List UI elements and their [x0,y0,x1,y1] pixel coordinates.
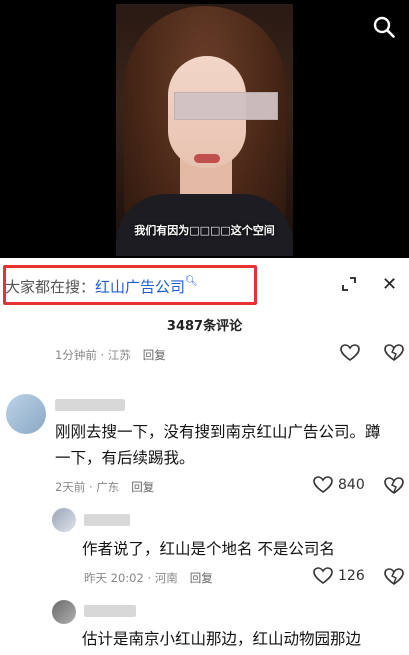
video-subtitle: 我们有因为□□□□这个空间 [134,224,275,237]
dislike-icon[interactable] [384,344,404,362]
comment-meta: 昨天 20:02 · 河南 回复 [84,570,213,586]
video-player[interactable]: 我们有因为□□□□这个空间 [0,0,409,258]
comment-meta: 2天前 · 广东 回复 [55,479,154,495]
comment-text: 估计是南京小红山那边，红山动物园那边 [82,630,362,648]
avatar[interactable] [6,394,46,434]
comment-time-location: 2天前 · 广东 [55,480,120,494]
comment-count: 3487条评论 [166,319,243,334]
comments-panel: 大家都在搜：红山广告公司🔍︎ ✕ 3487条评论 1分钟前 · 江苏 回复 刚刚去… [0,258,409,655]
reply-button[interactable]: 回复 [131,480,154,494]
expand-icon[interactable] [341,276,357,292]
comment-time-location: 1分钟前 · 江苏 [55,348,131,362]
like-icon [313,476,333,493]
blurred-eyes-mask [174,92,278,120]
comment-text-line: 刚刚去搜一下，没有搜到南京红山广告公司。蹲 [55,423,381,441]
username-redacted [84,514,130,526]
lips-shape [194,154,220,163]
username-redacted [84,605,136,617]
like-icon[interactable] [340,344,360,362]
dislike-icon[interactable] [384,568,404,586]
reply-button[interactable]: 回复 [143,348,166,362]
search-button[interactable] [369,12,399,42]
like-count: 840 [338,477,365,493]
comment-text: 作者说了，红山是个地名 不是公司名 [82,540,335,558]
avatar[interactable] [52,600,76,624]
like-count: 126 [338,568,365,584]
dislike-icon[interactable] [384,477,404,495]
comment-meta: 1分钟前 · 江苏 回复 [55,347,166,363]
search-icon [373,16,395,38]
like-icon [313,567,333,584]
avatar[interactable] [52,508,76,532]
close-icon[interactable]: ✕ [382,274,397,295]
comment-text: 刚刚去搜一下，没有搜到南京红山广告公司。蹲 一下，有后续踢我。 [55,419,381,471]
username-redacted [55,399,125,411]
comment-time-location: 昨天 20:02 · 河南 [84,571,178,585]
comment-text-line: 一下，有后续踢我。 [55,449,195,467]
video-frame: 我们有因为□□□□这个空间 [116,4,293,256]
reply-button[interactable]: 回复 [190,571,213,585]
red-highlight-box [3,265,257,305]
like-button[interactable]: 840 [313,476,365,494]
like-button[interactable]: 126 [313,567,365,585]
